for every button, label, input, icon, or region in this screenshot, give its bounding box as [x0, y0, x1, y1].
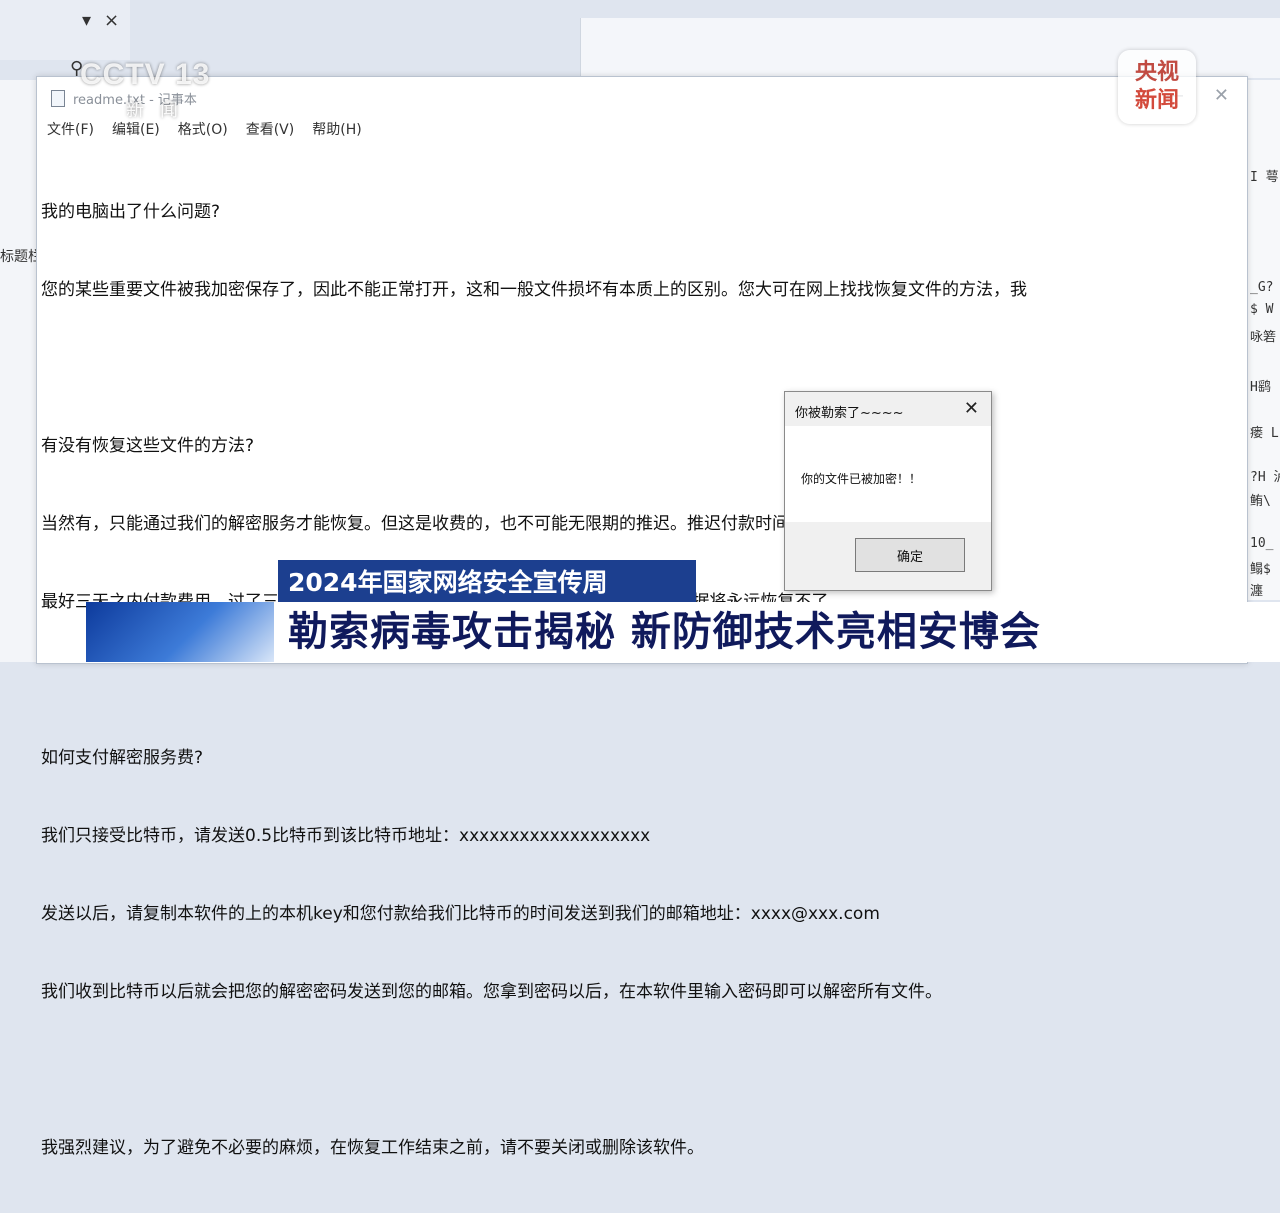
text-line: 如何支付解密服务费?	[41, 748, 204, 768]
notepad-text-area[interactable]: 我的电脑出了什么问题? 您的某些重要文件被我加密保存了，因此不能正常打开，这和一…	[41, 147, 1231, 1213]
ransom-alert-dialog: 你被勒索了~~~~ ✕ 你的文件已被加密！！ 确定	[784, 391, 992, 591]
text-line: 当然有，只能通过我们的解密服务才能恢复。但这是收费的，也不可能无限期的推迟。推迟…	[41, 514, 925, 534]
globe-graphic	[86, 602, 274, 662]
bg-text-line: H鹞	[1250, 380, 1271, 395]
bg-text-line: 瘘 L	[1250, 426, 1279, 441]
menu-format[interactable]: 格式(O)	[178, 119, 228, 139]
cctv13-logo-subtitle: 新闻	[126, 100, 194, 121]
cctv-news-corner-logo: 央视 新闻	[1118, 50, 1196, 124]
bg-text-line: 鲔\	[1250, 494, 1271, 509]
text-line	[41, 355, 1231, 381]
menu-file[interactable]: 文件(F)	[47, 119, 94, 139]
bg-text-line: ?H 泸	[1250, 470, 1280, 485]
text-line: 我们只接受比特币，请发送0.5比特币到该比特币地址：xxxxxxxxxxxxxx…	[41, 826, 651, 846]
background-window: ▾ ×	[0, 0, 130, 60]
dialog-message: 你的文件已被加密！！	[801, 472, 922, 486]
dialog-title: 你被勒索了~~~~	[795, 406, 904, 421]
close-icon[interactable]: ×	[104, 10, 119, 31]
text-line: 我强烈建议，为了避免不必要的麻烦，在恢复工作结束之前，请不要关闭或删除该软件。	[41, 1138, 704, 1158]
corner-logo-bottom: 新闻	[1134, 88, 1179, 113]
text-line: 我的电脑出了什么问题?	[41, 202, 221, 222]
text-line: 我们收到比特币以后就会把您的解密密码发送到您的邮箱。您拿到密码以后，在本软件里输…	[41, 982, 942, 1002]
minimize-icon[interactable]: ▾	[82, 10, 91, 31]
close-icon[interactable]: ✕	[1214, 85, 1229, 106]
text-line	[41, 667, 1231, 693]
menu-bar: 文件(F) 编辑(E) 格式(O) 查看(V) 帮助(H)	[47, 119, 362, 139]
corner-logo-top: 央视	[1134, 60, 1179, 85]
text-line: 您的某些重要文件被我加密保存了，因此不能正常打开，这和一般文件损坏有本质上的区别…	[41, 280, 1027, 300]
bg-text-line: _G?	[1250, 280, 1274, 295]
text-line	[41, 1057, 1231, 1083]
background-left-panel	[0, 80, 40, 662]
ok-button[interactable]: 确定	[855, 538, 965, 572]
menu-view[interactable]: 查看(V)	[246, 119, 295, 139]
lower-third-headline: 勒索病毒攻击揭秘 新防御技术亮相安博会	[288, 609, 1041, 655]
dialog-body: 你的文件已被加密！！	[785, 426, 991, 522]
bg-text-line: 10_	[1250, 536, 1274, 551]
lower-third-tag: 2024年国家网络安全宣传周	[278, 560, 696, 602]
bg-text-line: 咏箬	[1250, 330, 1277, 345]
bg-text-line: 瀍	[1250, 584, 1264, 599]
text-line: 有没有恢复这些文件的方法?	[41, 436, 255, 456]
bg-text-line: I 萼	[1250, 170, 1279, 185]
text-line: 发送以后，请复制本软件的上的本机key和您付款给我们比特币的时间发送到我们的邮箱…	[41, 904, 880, 924]
menu-edit[interactable]: 编辑(E)	[112, 119, 160, 139]
cctv13-logo: CCTV 13	[80, 58, 211, 91]
menu-help[interactable]: 帮助(H)	[312, 119, 361, 139]
document-icon	[51, 89, 65, 107]
bg-text-line: 鳎$	[1250, 562, 1271, 577]
background-right-text-panel: I 萼 _G? $ W 咏箬 H鹞 瘘 L ?H 泸 鲔\ 10_ 鳎$ 瀍	[1246, 80, 1280, 600]
bg-text-line: $ W	[1250, 302, 1274, 317]
close-icon[interactable]: ✕	[964, 398, 979, 419]
